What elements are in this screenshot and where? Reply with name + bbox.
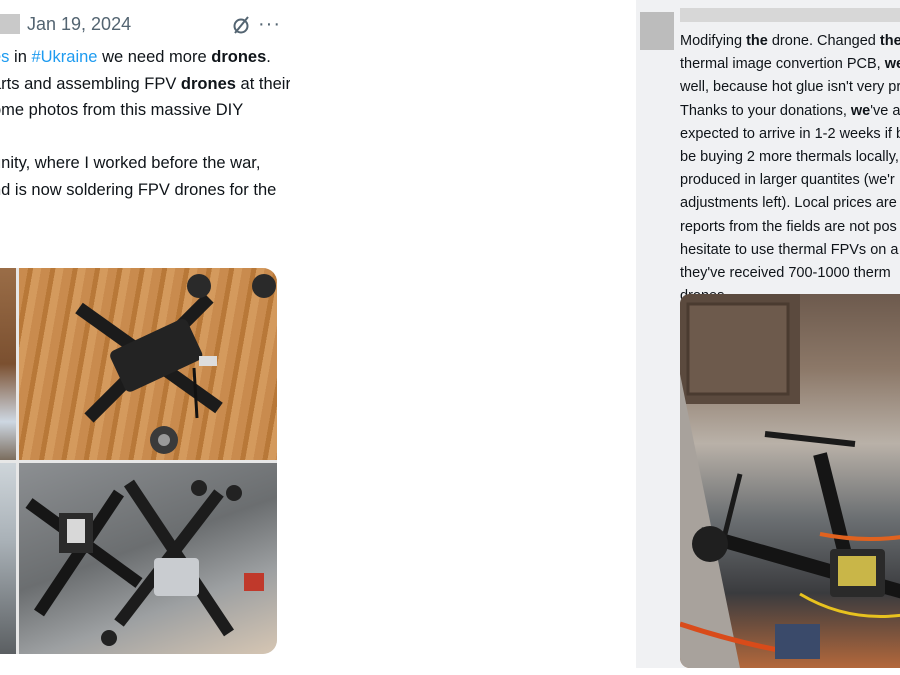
text-fragment: thermal image convertion PCB, — [680, 56, 885, 73]
bold-fragment: we — [850, 102, 871, 119]
bold-fragment: we — [884, 56, 900, 73]
text-fragment: drone. Changed — [767, 33, 880, 49]
text-line: es in #Ukraine we need more drones. — [0, 44, 290, 71]
text-line: thermal image convertion PCB, we — [680, 53, 900, 76]
post-date[interactable]: Jan 19, 2024 — [27, 14, 131, 35]
text-fragment: 've a — [870, 102, 900, 119]
text-line: hesitate to use thermal FPVs on a — [680, 241, 899, 258]
text-line: nd is now soldering FPV drones for the — [0, 180, 277, 199]
text-line: adjustments left). Local prices are — [680, 195, 897, 212]
text-line: they've received 700-1000 therm — [680, 264, 891, 281]
post-text: Modifying the drone. Changed the thermal… — [680, 30, 900, 308]
text-line: reports from the fields are not pos — [680, 218, 897, 235]
redacted-username — [680, 8, 900, 22]
post-text: es in #Ukraine we need more drones. arts… — [0, 44, 290, 203]
text-fragment: Modifying — [680, 33, 747, 49]
photo-bottom-left[interactable] — [0, 463, 16, 654]
slashed-circle-icon[interactable] — [232, 14, 252, 36]
bold-fragment: drones — [211, 48, 267, 66]
text-line: well, because hot glue isn't very pr — [680, 79, 900, 96]
photo-drones-on-table[interactable] — [19, 463, 277, 654]
text-line: Modifying the drone. Changed the — [680, 30, 900, 53]
text-line: be buying 2 more thermals locally, — [680, 148, 899, 165]
right-post: Modifying the drone. Changed the thermal… — [636, 0, 900, 668]
text-fragment: Thanks to your donations, — [680, 102, 851, 119]
photo-drone-closeup[interactable] — [680, 294, 900, 668]
text-line: unity, where I worked before the war, — [0, 154, 261, 172]
bold-fragment: the — [746, 33, 768, 49]
text-line: arts and assembling FPV drones at their — [0, 71, 290, 98]
redacted-handle — [0, 14, 20, 34]
text-fragment: arts and assembling FPV — [0, 74, 181, 93]
avatar[interactable] — [640, 12, 674, 50]
text-fragment: at their — [235, 74, 290, 93]
text-fragment: in — [9, 48, 32, 66]
bold-fragment: the — [879, 33, 900, 49]
text-line: produced in larger quantites (we'r — [680, 172, 895, 189]
photo-drone-on-wood[interactable] — [19, 268, 277, 460]
hashtag-ukraine[interactable]: #Ukraine — [31, 48, 97, 66]
bold-fragment: drones — [180, 74, 236, 93]
text-fragment: . — [266, 48, 271, 66]
photo-top-left[interactable] — [0, 268, 16, 460]
left-post: Jan 19, 2024 ··· es in #Ukraine we need … — [0, 0, 290, 675]
text-line: expected to arrive in 1-2 weeks if b — [680, 125, 900, 142]
more-horizontal-icon[interactable]: ··· — [258, 14, 281, 34]
text-fragment: we need more — [97, 48, 212, 66]
text-line: Thanks to your donations, we've a — [680, 100, 900, 123]
photo-grid[interactable] — [0, 268, 277, 654]
text-line: ome photos from this massive DIY — [0, 101, 244, 119]
